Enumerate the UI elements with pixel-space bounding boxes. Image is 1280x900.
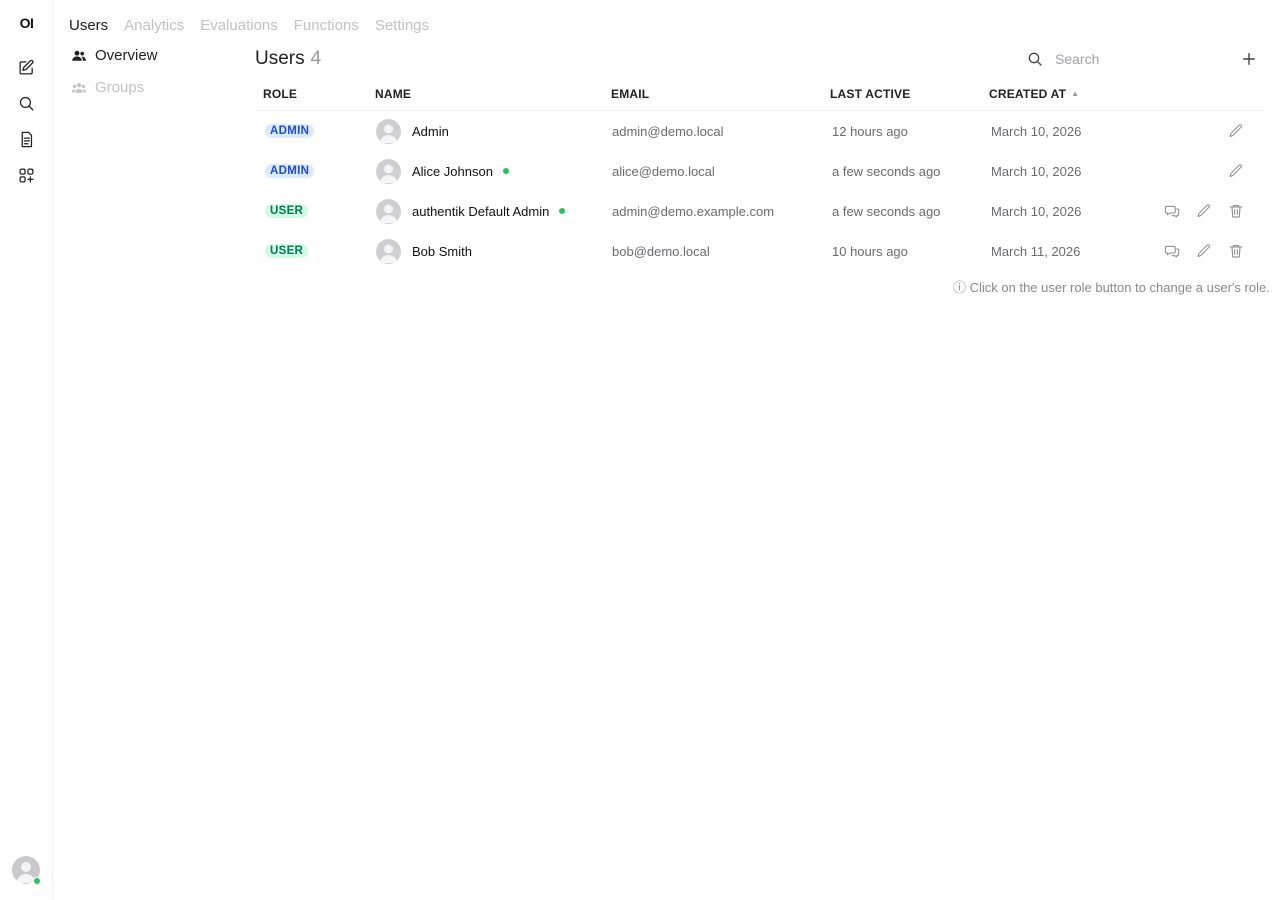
table-header: ROLE NAME EMAIL LAST ACTIVE CREATED AT ▲ xyxy=(255,84,1264,111)
online-status-dot xyxy=(33,877,41,885)
last-active: a few seconds ago xyxy=(832,203,941,219)
search-icon[interactable] xyxy=(14,91,38,115)
search-input[interactable] xyxy=(1055,51,1215,67)
role-badge[interactable]: USER xyxy=(265,244,309,258)
plus-icon xyxy=(1243,53,1255,65)
admin-tabs: Users Analytics Evaluations Functions Se… xyxy=(69,17,429,34)
pencil-icon xyxy=(1229,124,1242,137)
page-title-text: Users xyxy=(255,48,305,69)
users-icon xyxy=(71,48,87,64)
role-badge[interactable]: ADMIN xyxy=(265,164,315,178)
page-title: Users 4 xyxy=(255,48,321,70)
avatar xyxy=(376,198,401,224)
tab-analytics[interactable]: Analytics xyxy=(124,17,184,34)
user-email: admin@demo.example.com xyxy=(612,203,775,219)
user-name: authentik Default Admin xyxy=(412,203,550,219)
edit-user-button[interactable] xyxy=(1196,203,1212,219)
created-at: March 10, 2026 xyxy=(991,163,1082,179)
tab-settings[interactable]: Settings xyxy=(375,17,429,34)
search-bar xyxy=(1027,49,1232,69)
search-icon xyxy=(1027,51,1043,67)
last-active: a few seconds ago xyxy=(832,163,941,179)
edit-user-button[interactable] xyxy=(1228,123,1244,139)
subnav-groups[interactable]: Groups xyxy=(71,79,144,96)
table-row: ADMIN Alice Johnson alice@demo.local a f… xyxy=(255,151,1264,191)
add-user-button[interactable] xyxy=(1240,50,1258,68)
last-active: 12 hours ago xyxy=(832,123,908,139)
user-email: alice@demo.local xyxy=(612,163,715,179)
column-created-at[interactable]: CREATED AT ▲ xyxy=(989,87,1079,101)
user-email: admin@demo.local xyxy=(612,123,724,139)
avatar xyxy=(376,238,401,264)
tab-evaluations[interactable]: Evaluations xyxy=(200,17,278,34)
column-name[interactable]: NAME xyxy=(375,87,411,101)
user-email: bob@demo.local xyxy=(612,243,710,259)
role-change-hint: ⓘ Click on the user role button to chang… xyxy=(953,280,1270,295)
role-badge[interactable]: USER xyxy=(265,204,309,218)
created-at: March 11, 2026 xyxy=(991,243,1081,259)
view-chats-button[interactable] xyxy=(1164,243,1180,259)
column-last-active[interactable]: LAST ACTIVE xyxy=(830,87,910,101)
avatar xyxy=(376,118,401,144)
column-role[interactable]: ROLE xyxy=(263,87,297,101)
chat-bubbles-icon xyxy=(1164,245,1180,258)
view-chats-button[interactable] xyxy=(1164,203,1180,219)
trash-icon xyxy=(1229,245,1243,258)
workspace-icon[interactable] xyxy=(14,163,38,187)
table-row: ADMIN Admin admin@demo.local 12 hours ag… xyxy=(255,111,1264,151)
chat-bubbles-icon xyxy=(1164,205,1180,218)
notes-icon[interactable] xyxy=(14,127,38,151)
groups-icon xyxy=(71,80,87,96)
user-name: Bob Smith xyxy=(412,243,472,259)
user-name: Alice Johnson xyxy=(412,163,493,179)
tab-functions[interactable]: Functions xyxy=(294,17,359,34)
new-chat-icon[interactable] xyxy=(14,55,38,79)
subnav-overview[interactable]: Overview xyxy=(71,47,158,64)
trash-icon xyxy=(1229,205,1243,218)
column-created-at-label: CREATED AT xyxy=(989,87,1067,101)
online-status-dot xyxy=(559,208,566,214)
edit-user-button[interactable] xyxy=(1196,243,1212,259)
pencil-icon xyxy=(1197,204,1210,217)
created-at: March 10, 2026 xyxy=(991,123,1082,139)
last-active: 10 hours ago xyxy=(832,243,908,259)
delete-user-button[interactable] xyxy=(1228,203,1244,219)
pencil-icon xyxy=(1229,164,1242,177)
app-logo[interactable]: OI xyxy=(0,15,53,31)
table-row: USER authentik Default Admin admin@demo.… xyxy=(255,191,1264,231)
column-email[interactable]: EMAIL xyxy=(611,87,649,101)
tab-users[interactable]: Users xyxy=(69,17,108,34)
avatar xyxy=(376,158,401,184)
sort-ascending-icon: ▲ xyxy=(1071,89,1080,98)
user-count: 4 xyxy=(310,48,322,69)
pencil-icon xyxy=(1197,244,1210,257)
user-name: Admin xyxy=(412,123,449,139)
online-status-dot xyxy=(502,168,509,174)
created-at: March 10, 2026 xyxy=(991,203,1082,219)
role-badge[interactable]: ADMIN xyxy=(265,124,315,138)
left-rail: OI xyxy=(0,0,53,900)
table-row: USER Bob Smith bob@demo.local 10 hours a… xyxy=(255,231,1264,271)
subnav-groups-label: Groups xyxy=(95,79,145,96)
edit-user-button[interactable] xyxy=(1228,163,1244,179)
subnav-overview-label: Overview xyxy=(95,47,158,64)
delete-user-button[interactable] xyxy=(1228,243,1244,259)
